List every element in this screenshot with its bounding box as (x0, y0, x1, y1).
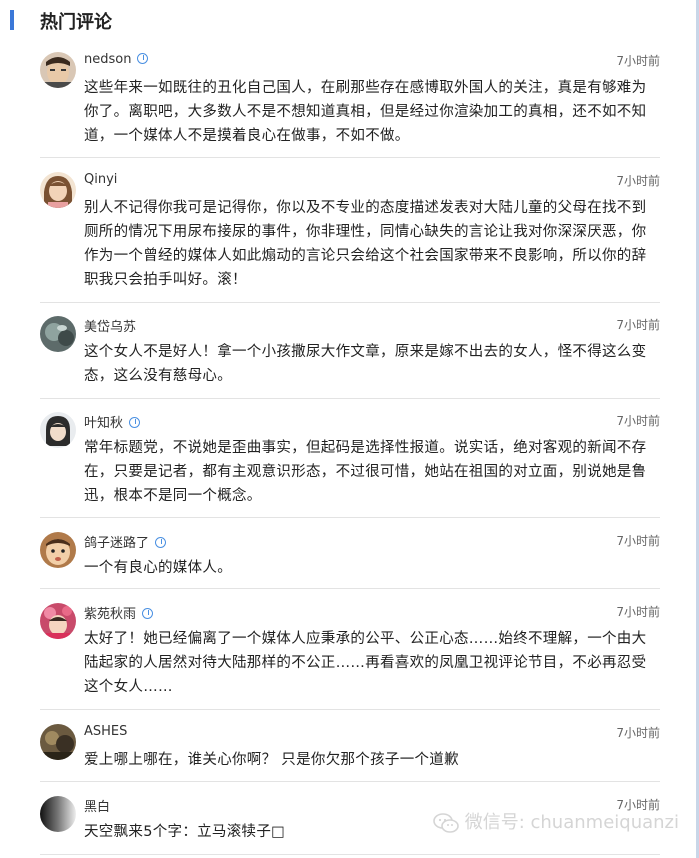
comment-item: 叶知秋 7小时前 常年标题党，不说她是歪曲事实，但起码是选择性报道。说实话，绝对… (40, 412, 660, 512)
comment-text: 常年标题党，不说她是歪曲事实，但起码是选择性报道。说实话，绝对客观的新闻不存在，… (84, 440, 647, 504)
avatar[interactable] (40, 603, 76, 639)
accent-bar (10, 10, 14, 30)
avatar[interactable] (40, 532, 76, 568)
comment-username[interactable]: 鸽子迷路了 (84, 532, 167, 551)
comment-item: nedson 7小时前 这些年来一如既往的丑化自己国人，在刷那些存在感博取外国人… (40, 52, 660, 152)
comment-item: 紫苑秋雨 7小时前 太好了！她已经偏离了一个媒体人应秉承的公平、公正心态……始终… (40, 603, 660, 703)
divider (40, 517, 660, 518)
comment-time: 7小时前 (616, 414, 660, 428)
watermark-text: 微信号: chuanmeiquanzi (464, 812, 679, 833)
comment-text: 爱上哪上哪在，谁关心你啊？ 只是你欠那个孩子一个道歉 (84, 752, 459, 768)
comment-time: 7小时前 (616, 318, 660, 332)
avatar[interactable] (40, 316, 76, 352)
comment-username[interactable]: ASHES (84, 724, 127, 739)
wechat-icon (432, 813, 459, 833)
verified-icon (137, 53, 149, 64)
comment-text: 太好了！她已经偏离了一个媒体人应秉承的公平、公正心态……始终不理解，一个由大陆起… (84, 631, 647, 695)
comment-username[interactable]: 叶知秋 (84, 412, 141, 431)
section-header: 热门评论 (0, 0, 699, 38)
divider (40, 398, 660, 399)
divider (40, 781, 660, 782)
divider (40, 709, 660, 710)
verified-icon (142, 608, 154, 619)
avatar[interactable] (40, 52, 76, 88)
comment-text: 这个女人不是好人！拿一个小孩撒尿大作文章，原来是嫁不出去的女人，怪不得这么变态，… (84, 344, 647, 384)
avatar[interactable] (40, 724, 76, 760)
comment-item: 鸽子迷路了 7小时前 一个有良心的媒体人。 (40, 532, 660, 582)
comment-text: 一个有良心的媒体人。 (84, 560, 232, 576)
comment-time: 7小时前 (616, 534, 660, 548)
comment-username[interactable]: 黑白 (84, 796, 110, 815)
comment-username[interactable]: 美岱乌苏 (84, 316, 136, 335)
comment-text: 这些年来一如既往的丑化自己国人，在刷那些存在感博取外国人的关注，真是有够难为你了… (84, 80, 647, 144)
avatar[interactable] (40, 796, 76, 832)
comments-page: 热门评论 nedson 7小时前 这些年来一如既往的丑化自己国人，在刷那些存在感… (0, 0, 699, 858)
divider (40, 302, 660, 303)
divider (40, 588, 660, 589)
section-title: 热门评论 (40, 12, 112, 33)
comment-item: 美岱乌苏 7小时前 这个女人不是好人！拿一个小孩撒尿大作文章，原来是嫁不出去的女… (40, 316, 660, 392)
wechat-watermark: 微信号: chuanmeiquanzi (432, 808, 679, 834)
avatar[interactable] (40, 172, 76, 208)
verified-icon (129, 417, 141, 428)
comment-username[interactable]: nedson (84, 52, 149, 67)
comment-text: 别人不记得你我可是记得你，你以及不专业的态度描述发表对大陆儿童的父母在找不到厕所… (84, 200, 647, 288)
verified-icon (155, 537, 167, 548)
comment-time: 7小时前 (616, 174, 660, 188)
comment-item: Qinyi 7小时前 别人不记得你我可是记得你，你以及不专业的态度描述发表对大陆… (40, 172, 660, 296)
comment-time: 7小时前 (616, 605, 660, 619)
divider (40, 854, 660, 855)
divider (40, 157, 660, 158)
comment-item: ASHES 7小时前 爱上哪上哪在，谁关心你啊？ 只是你欠那个孩子一个道歉 (40, 724, 660, 774)
avatar[interactable] (40, 412, 76, 448)
comment-time: 7小时前 (616, 54, 660, 68)
comment-username[interactable]: 紫苑秋雨 (84, 603, 154, 622)
comment-time: 7小时前 (616, 726, 660, 740)
comment-username[interactable]: Qinyi (84, 172, 117, 187)
